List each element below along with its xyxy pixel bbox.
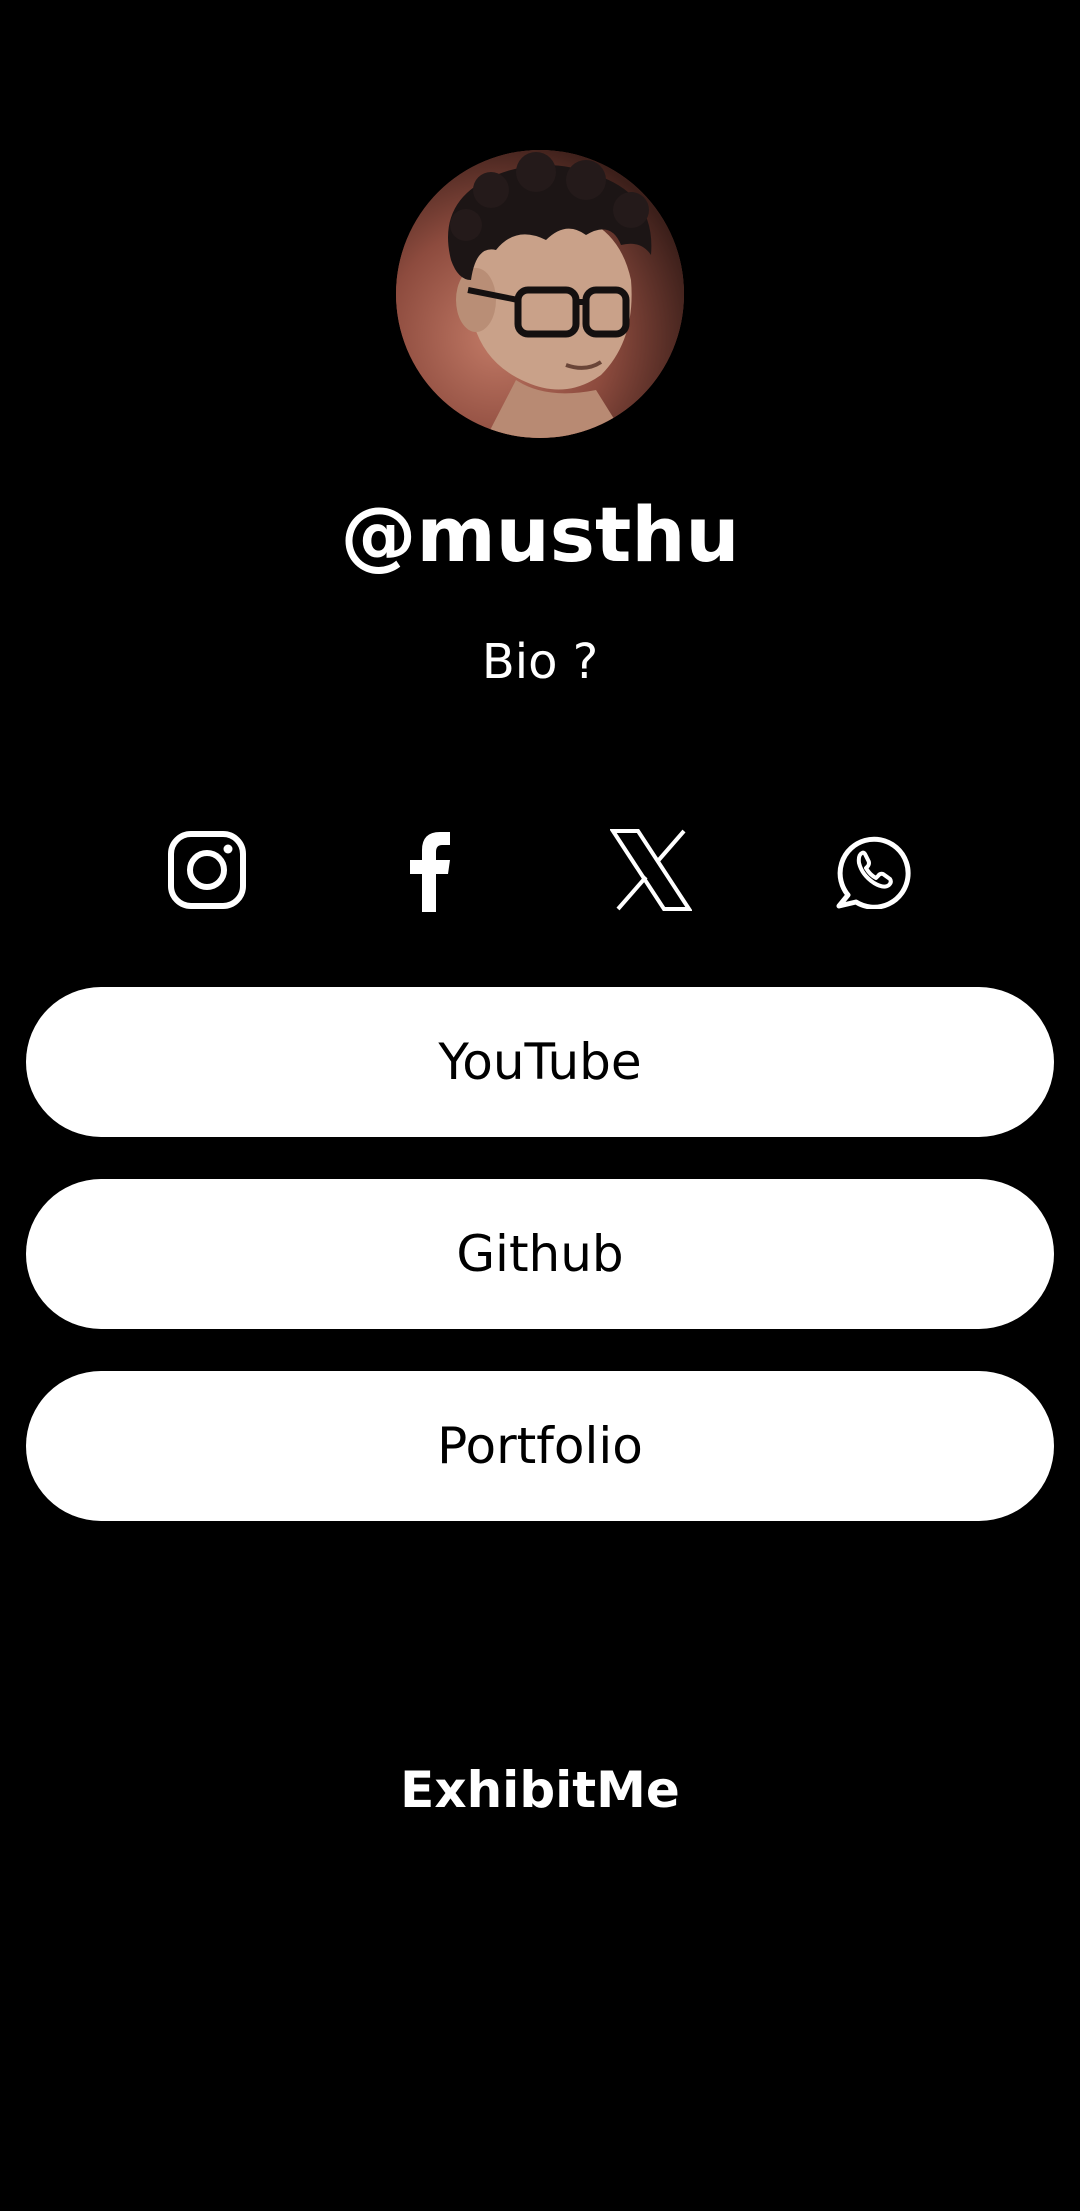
whatsapp-icon [836, 836, 911, 909]
link-button-youtube[interactable]: YouTube [26, 987, 1054, 1137]
profile-page: @musthu Bio ? YouTube Github Portfolio E… [0, 0, 1080, 2211]
facebook-icon [410, 832, 450, 912]
link-button-portfolio[interactable]: Portfolio [26, 1371, 1054, 1521]
whatsapp-link[interactable] [823, 820, 923, 920]
link-button-github[interactable]: Github [26, 1179, 1054, 1329]
brand-footer[interactable]: ExhibitMe [0, 1758, 1080, 1822]
instagram-link[interactable] [157, 820, 257, 920]
avatar-portrait [396, 150, 684, 438]
facebook-link[interactable] [380, 820, 480, 920]
username: @musthu [340, 490, 740, 579]
avatar [396, 150, 684, 438]
instagram-icon [168, 831, 246, 909]
bio-text: Bio ? [481, 634, 599, 690]
social-links-row [0, 820, 1080, 920]
x-icon [610, 829, 692, 911]
x-link[interactable] [601, 820, 701, 920]
